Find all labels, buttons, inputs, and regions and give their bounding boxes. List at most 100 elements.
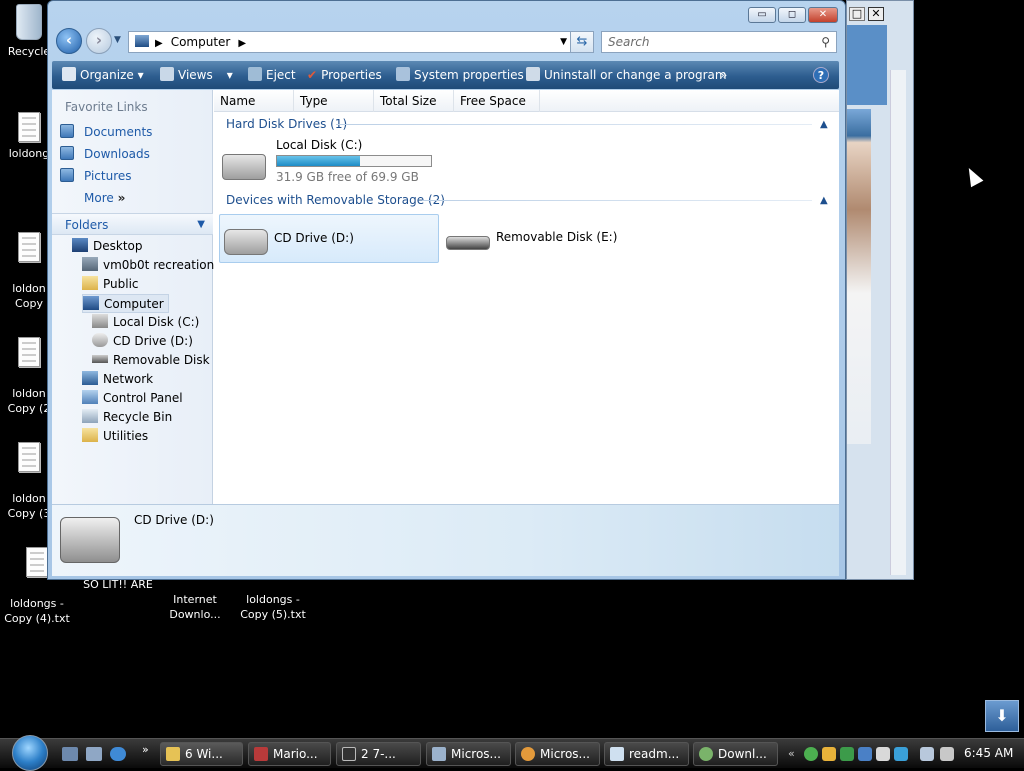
close-icon[interactable]: ✕: [868, 7, 884, 21]
details-title: CD Drive (D:): [134, 513, 214, 527]
uninstall-program-button[interactable]: Uninstall or change a program: [526, 61, 727, 89]
minimize-button[interactable]: ▭: [748, 7, 776, 23]
taskbar-button-microsoft-2[interactable]: Micros...: [515, 742, 600, 766]
desktop-icon: [72, 238, 88, 252]
collapse-icon[interactable]: ▲: [820, 195, 828, 206]
column-name[interactable]: Name: [214, 90, 294, 112]
group-removable-storage[interactable]: Devices with Removable Storage (2): [226, 191, 445, 209]
tree-item-control-panel[interactable]: Control Panel: [82, 389, 183, 408]
maximize-icon[interactable]: □: [849, 7, 865, 21]
desktop-icon-file[interactable]: Internet Downlo...: [160, 577, 230, 622]
drive-removable[interactable]: Removable Disk (E:): [442, 214, 642, 263]
tray-app-icon[interactable]: [876, 747, 890, 761]
background-scrollbar[interactable]: [890, 70, 906, 575]
user-folder-icon: [82, 257, 98, 271]
search-input[interactable]: Search ⚲: [601, 31, 837, 53]
desktop-icon-file[interactable]: loldongs - Copy (5).txt: [236, 577, 310, 622]
tree-item-utilities[interactable]: Utilities: [82, 427, 148, 446]
recent-pages-icon[interactable]: ▼: [114, 35, 121, 45]
taskbar-button-downloads[interactable]: Downl...: [693, 742, 778, 766]
help-icon[interactable]: ?: [813, 67, 829, 83]
taskbar-label: 2 7-...: [361, 747, 396, 761]
clock[interactable]: 6:45 AM: [964, 739, 1013, 769]
favorite-documents[interactable]: Documents: [60, 122, 152, 142]
folders-header[interactable]: Folders ▼: [52, 213, 213, 235]
views-icon: [160, 67, 174, 81]
column-free-space[interactable]: Free Space: [454, 90, 540, 112]
taskbar-button-explorer[interactable]: 6 Wi...: [160, 742, 243, 766]
favorite-pictures[interactable]: Pictures: [60, 166, 132, 186]
network-icon[interactable]: [920, 747, 934, 761]
photo-image: [847, 109, 871, 444]
taskbar-label: Downl...: [718, 747, 767, 761]
favorite-links-header: Favorite Links: [65, 100, 148, 114]
download-icon[interactable]: ⬇: [985, 700, 1019, 732]
tray-app-icon[interactable]: [894, 747, 908, 761]
quick-launch-more[interactable]: »: [142, 743, 149, 756]
favorite-label: Downloads: [84, 147, 150, 161]
breadcrumb-computer[interactable]: Computer: [171, 35, 231, 49]
drive-free-space: 31.9 GB free of 69.9 GB: [276, 170, 419, 184]
address-bar[interactable]: ▶ Computer ▶ ▼: [128, 31, 574, 53]
shield-icon[interactable]: [822, 747, 836, 761]
organize-button[interactable]: Organize ▾: [62, 61, 144, 89]
taskbar-button-mario[interactable]: Mario...: [248, 742, 331, 766]
switch-windows-icon[interactable]: [86, 747, 102, 761]
tree-label: Recycle Bin: [103, 410, 173, 424]
drive-cd[interactable]: CD Drive (D:): [219, 214, 439, 263]
forward-button[interactable]: ›: [86, 28, 112, 54]
tray-app-icon[interactable]: [804, 747, 818, 761]
tree-item-public[interactable]: Public: [82, 275, 139, 294]
volume-muted-icon[interactable]: [940, 747, 954, 761]
tree-item-cd-drive[interactable]: CD Drive (D:): [92, 332, 193, 351]
eject-label: Eject: [266, 68, 296, 82]
tray-expand-icon[interactable]: «: [788, 747, 795, 760]
search-icon[interactable]: ⚲: [821, 32, 830, 52]
tree-item-recycle-bin[interactable]: Recycle Bin: [82, 408, 172, 427]
properties-button[interactable]: ✔ Properties: [307, 61, 382, 89]
removable-disk-icon: [92, 355, 108, 363]
show-desktop-icon[interactable]: [62, 747, 78, 761]
column-total-size[interactable]: Total Size: [374, 90, 454, 112]
taskbar-button-microsoft-1[interactable]: Micros...: [426, 742, 511, 766]
tree-item-user[interactable]: vm0b0t recreation: [82, 256, 214, 275]
removable-disk-icon: [446, 236, 490, 250]
tree-item-local-disk[interactable]: Local Disk (C:): [92, 313, 199, 332]
column-type[interactable]: Type: [294, 90, 374, 112]
back-button[interactable]: ‹: [56, 28, 82, 54]
start-button[interactable]: [12, 735, 48, 771]
drive-name: Local Disk (C:): [276, 138, 363, 152]
organize-label: Organize: [80, 68, 134, 82]
drive-local-disk[interactable]: Local Disk (C:) 31.9 GB free of 69.9 GB: [222, 138, 442, 188]
favorite-more[interactable]: More »: [84, 188, 125, 208]
eject-button[interactable]: Eject: [248, 61, 296, 89]
system-properties-label: System properties: [414, 68, 524, 82]
text-file-icon: [18, 442, 40, 472]
uninstall-icon: [526, 67, 540, 81]
tree-item-desktop[interactable]: Desktop: [72, 237, 143, 256]
group-hard-disk-drives[interactable]: Hard Disk Drives (1): [226, 115, 347, 133]
drive-name: CD Drive (D:): [274, 231, 354, 245]
tree-item-computer[interactable]: Computer: [82, 294, 169, 313]
taskbar-button-readme[interactable]: readm...: [604, 742, 689, 766]
tray-app-icon[interactable]: [840, 747, 854, 761]
maximize-button[interactable]: ◻: [778, 7, 806, 23]
system-properties-button[interactable]: System properties: [396, 61, 524, 89]
views-button[interactable]: Views ▾: [160, 61, 233, 89]
tree-item-network[interactable]: Network: [82, 370, 153, 389]
tree-label: Public: [103, 277, 139, 291]
more-commands-button[interactable]: »: [720, 61, 727, 89]
favorite-downloads[interactable]: Downloads: [60, 144, 150, 164]
recycle-bin-icon: [82, 409, 98, 423]
tray-app-icon[interactable]: [858, 747, 872, 761]
column-headers: Name Type Total Size Free Space: [214, 90, 839, 112]
chevron-down-icon[interactable]: ▼: [560, 32, 567, 52]
address-row: ‹ › ▼ ▶ Computer ▶ ▼ ⇆ Search ⚲: [56, 27, 837, 55]
collapse-icon[interactable]: ▲: [820, 119, 828, 130]
refresh-button[interactable]: ⇆: [570, 31, 594, 53]
text-file-icon: [18, 112, 40, 142]
close-button[interactable]: ✕: [808, 7, 838, 23]
internet-explorer-icon[interactable]: [110, 747, 126, 761]
taskbar-button-7zip[interactable]: 2 7-...: [336, 742, 421, 766]
tree-item-removable-disk[interactable]: Removable Disk (E: [92, 351, 213, 370]
